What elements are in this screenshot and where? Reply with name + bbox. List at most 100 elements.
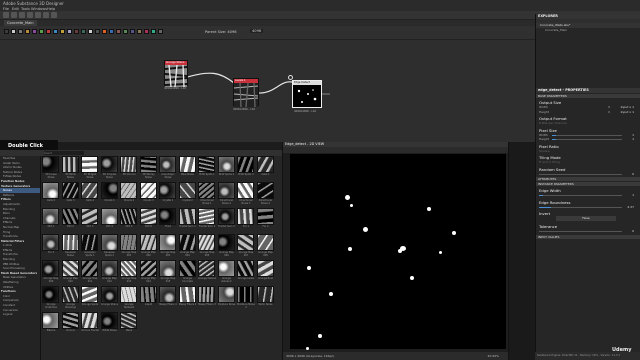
library-thumbnail[interactable]: Grunge Concrete bbox=[178, 260, 197, 284]
library-thumbnail[interactable]: Messy Fibers 3 bbox=[198, 286, 216, 310]
library-thumbnail[interactable]: Grunge Map 007 bbox=[237, 234, 255, 258]
library-thumbnail[interactable]: Dirt 5 bbox=[120, 208, 138, 232]
library-thumbnail[interactable]: 3D Worley Noise bbox=[139, 156, 158, 180]
library-thumbnail[interactable]: Grunge Map 015 bbox=[159, 260, 177, 284]
pixel-ratio-value[interactable]: Square bbox=[536, 149, 640, 154]
output-format-value[interactable]: 8 Bits per Channel bbox=[536, 121, 640, 126]
tolerance-value[interactable]: 0 bbox=[632, 229, 634, 234]
graph-canvas[interactable]: Grunge Stains 4096x4096 - L16 Levels 1 4… bbox=[0, 40, 535, 142]
random-seed-row[interactable]: 0 bbox=[536, 172, 640, 177]
library-thumbnail[interactable]: Dirt 2 bbox=[61, 208, 80, 232]
library-thumbnail[interactable]: Fractal Sum 2 bbox=[198, 208, 216, 232]
library-thumbnail[interactable]: White Noise bbox=[100, 312, 119, 336]
library-thumbnail[interactable]: Grunge Map 004 bbox=[178, 234, 197, 258]
library-thumbnail[interactable]: 3D Linear Noise bbox=[42, 156, 60, 180]
library-thumbnail[interactable]: Cells 1 bbox=[256, 156, 275, 180]
library-thumbnail[interactable]: Clouds 1 bbox=[100, 182, 119, 206]
library-thumbnail[interactable]: Grunge Map 001 bbox=[120, 234, 138, 258]
library-thumbnail[interactable]: Plasma bbox=[42, 312, 60, 336]
library-thumbnail[interactable]: Grunge Spots bbox=[81, 286, 99, 310]
library-thumbnail[interactable]: Grunge Map 005 bbox=[198, 234, 216, 258]
node-curve-icon[interactable] bbox=[39, 29, 44, 34]
library-thumbnail[interactable]: Wave bbox=[120, 312, 138, 336]
library-thumbnail[interactable]: Gaussian Spots 2 bbox=[100, 234, 119, 258]
node-directional-warp-icon[interactable] bbox=[158, 29, 163, 34]
node-text-icon[interactable] bbox=[88, 29, 93, 34]
node-levels-icon[interactable] bbox=[46, 29, 51, 34]
output-height-mode[interactable]: Input x 1 bbox=[621, 110, 634, 115]
library-thumbnail[interactable]: 3D Ridged Noise bbox=[81, 156, 99, 180]
library-thumbnail[interactable]: Grunge Map 013 bbox=[120, 260, 138, 284]
preferences-icon[interactable] bbox=[51, 12, 57, 18]
random-seed-value[interactable]: 0 bbox=[632, 172, 634, 177]
new-file-icon[interactable] bbox=[3, 12, 9, 18]
redo-icon[interactable] bbox=[35, 12, 41, 18]
library-thumbnail[interactable]: Moisture Noise bbox=[217, 286, 236, 310]
library-thumbnail[interactable]: Grunge Stains bbox=[100, 286, 119, 310]
library-thumbnail[interactable]: Directional Noise 4 bbox=[256, 182, 275, 206]
library-search-input[interactable] bbox=[44, 151, 84, 155]
edge-width-value[interactable]: 1 bbox=[632, 193, 634, 198]
library-thumbnail[interactable]: Dirt 3 bbox=[81, 208, 99, 232]
tiling-mode-value[interactable]: H and V Tiling bbox=[536, 160, 640, 165]
menu-help[interactable]: Help bbox=[47, 7, 55, 11]
layout-icon[interactable] bbox=[43, 12, 49, 18]
explorer-graph[interactable]: Concrete_Main bbox=[536, 28, 640, 33]
library-thumbnail[interactable]: Fur 1 bbox=[237, 208, 255, 232]
library-thumbnail[interactable]: 3D Simplex Noise bbox=[100, 156, 119, 180]
library-thumbnail[interactable]: Grunge Map 002 bbox=[139, 234, 158, 258]
output-height-value[interactable]: 0 bbox=[608, 110, 610, 115]
library-thumbnail[interactable]: Gaussian Noise bbox=[61, 234, 80, 258]
library-thumbnail[interactable]: Grunge Map 012 bbox=[100, 260, 119, 284]
node-hsl-icon[interactable] bbox=[137, 29, 142, 34]
library-thumbnail[interactable]: Dirt 1 bbox=[42, 208, 60, 232]
menu-tools[interactable]: Tools bbox=[21, 7, 30, 11]
library-thumbnail[interactable]: Anisotropic Noise bbox=[159, 156, 177, 180]
library-thumbnail[interactable]: BnW Spots 1 bbox=[198, 156, 216, 180]
undo-icon[interactable] bbox=[27, 12, 33, 18]
node-blur-icon[interactable] bbox=[25, 29, 30, 34]
menu-edit[interactable]: Edit bbox=[12, 7, 19, 11]
library-thumbnail[interactable]: Voronoi Fractal bbox=[81, 312, 99, 336]
node-grunge-stains[interactable]: Grunge Stains bbox=[164, 60, 188, 88]
library-thumbnail[interactable]: Grunge Map 008 bbox=[256, 234, 275, 258]
library-thumbnail[interactable]: Fractal Sum 3 bbox=[217, 208, 236, 232]
node-gradient-icon[interactable] bbox=[60, 29, 65, 34]
library-thumbnail[interactable]: Grunge Textured bbox=[120, 286, 138, 310]
library-thumbnail[interactable]: Grunge Galvanic bbox=[217, 260, 236, 284]
library-thumbnail[interactable]: BnW Spots 2 bbox=[217, 156, 236, 180]
library-thumbnail[interactable]: Clouds 3 bbox=[139, 182, 158, 206]
node-gradient-map-icon[interactable] bbox=[144, 29, 149, 34]
node-input-icon[interactable] bbox=[109, 29, 114, 34]
library-thumbnail[interactable]: Grunge Map 010 bbox=[61, 260, 80, 284]
save-file-icon[interactable] bbox=[19, 12, 25, 18]
library-thumbnail[interactable]: Directional Noise 3 bbox=[237, 182, 255, 206]
input-values-section[interactable]: INPUT VALUES bbox=[536, 234, 640, 239]
node-emboss-icon[interactable] bbox=[123, 29, 128, 34]
library-thumbnail[interactable]: Messy Fibers 1 bbox=[159, 286, 177, 310]
library-thumbnail[interactable]: Fractal Sum 1 bbox=[178, 208, 197, 232]
node-pixel-icon[interactable] bbox=[95, 29, 100, 34]
library-thumbnail[interactable]: 3D Voronoi bbox=[120, 156, 138, 180]
node-atomic-icon[interactable] bbox=[4, 29, 9, 34]
library-thumbnail[interactable]: Dirt 4 bbox=[100, 208, 119, 232]
library-thumbnail[interactable]: Dirt 6 bbox=[139, 208, 158, 232]
library-thumbnail[interactable]: Grunge Map 003 bbox=[159, 234, 177, 258]
library-thumbnail[interactable]: Grunge Scratches bbox=[42, 286, 60, 310]
node-blend-icon[interactable] bbox=[18, 29, 23, 34]
library-thumbnail[interactable]: Grunge Shavings bbox=[61, 286, 80, 310]
edge-width-slider[interactable] bbox=[539, 195, 622, 196]
menu-windows[interactable]: Windows bbox=[31, 7, 47, 11]
2d-view-zoom[interactable]: 20.50% bbox=[488, 352, 499, 360]
library-thumbnail[interactable]: Moisture Noise 2 bbox=[237, 286, 255, 310]
parent-size-dropdown[interactable]: 4096 bbox=[250, 29, 264, 33]
library-thumbnail[interactable]: Grunge Leaks bbox=[237, 260, 255, 284]
node-levels[interactable]: Levels 1 bbox=[233, 78, 259, 108]
library-thumbnail[interactable]: Cells 4 bbox=[81, 182, 99, 206]
pixel-height-slider[interactable] bbox=[552, 139, 622, 140]
node-warp-icon[interactable] bbox=[74, 29, 79, 34]
output-height-row[interactable]: Height 0 Input x 1 bbox=[536, 110, 640, 115]
edge-roundness-row[interactable]: 2.37 bbox=[536, 205, 640, 210]
library-thumbnail[interactable]: Grunge Map 011 bbox=[81, 260, 99, 284]
library-thumbnail[interactable]: Clouds 2 bbox=[120, 182, 138, 206]
